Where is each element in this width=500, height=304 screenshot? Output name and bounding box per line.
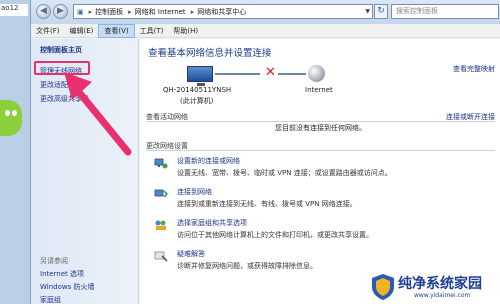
explorer-window: ◀ ▶ ▣ ▸ 控制面板 ▸ 网络和 Internet ▸ 网络和共享中心 ▼ … bbox=[30, 0, 500, 304]
address-bar[interactable]: ▣ ▸ 控制面板 ▸ 网络和 Internet ▸ 网络和共享中心 ▼ bbox=[73, 4, 373, 19]
active-networks-section: 查看活动网络 连接或断开连接 bbox=[146, 112, 495, 122]
task-description: 访问位于其他网络计算机上的文件和打印机，或更改共享设置。 bbox=[177, 231, 373, 239]
menu-help[interactable]: 帮助(H) bbox=[168, 24, 203, 38]
task-connect-network: 连接到网络 连接到或重新连接到无线、有线、拨号或 VPN 网络连接。 bbox=[177, 187, 357, 209]
sidebar-item-control-panel-home[interactable]: 控制面板主页 bbox=[40, 45, 82, 55]
desktop-background: ao12 bbox=[0, 0, 30, 304]
internet-globe-icon bbox=[308, 65, 325, 82]
task-description: 连接到或重新连接到无线、有线、拨号或 VPN 网络连接。 bbox=[177, 200, 357, 208]
section-title: 查看活动网络 bbox=[146, 113, 188, 121]
view-full-map-link[interactable]: 查看完整映射 bbox=[453, 64, 495, 74]
page-title: 查看基本网络信息并设置连接 bbox=[148, 48, 272, 59]
task-description: 诊断并修复网络问题，或获得故障排除信息。 bbox=[177, 262, 317, 270]
setup-new-connection-link[interactable]: 设置新的连接或网络 bbox=[177, 156, 392, 166]
network-icon: ▣ bbox=[77, 7, 84, 16]
breadcrumb-sharing-center[interactable]: 网络和共享中心 bbox=[197, 7, 246, 17]
computer-name: QH-20140511YNSH bbox=[163, 86, 232, 94]
menu-edit[interactable]: 编辑(E) bbox=[65, 24, 99, 38]
section-title: 更改网络设置 bbox=[146, 142, 188, 150]
breadcrumb-network-internet[interactable]: 网络和 Internet bbox=[135, 7, 186, 17]
connect-disconnect-link[interactable]: 连接或断开连接 bbox=[446, 112, 495, 122]
homegroup-icon bbox=[155, 220, 166, 230]
forward-arrow-icon[interactable]: ▶ bbox=[53, 4, 68, 19]
search-input[interactable]: 搜索控制面板 bbox=[391, 4, 499, 19]
menu-view[interactable]: 查看(V) bbox=[98, 23, 135, 38]
address-dropdown-icon[interactable]: ▼ bbox=[365, 5, 370, 18]
task-description: 设置无线、宽带、拨号、临时或 VPN 连接；或设置路由器或访问点。 bbox=[177, 169, 392, 177]
sidebar-item-homegroup[interactable]: 家庭组 bbox=[40, 295, 61, 304]
connect-to-network-link[interactable]: 连接到网络 bbox=[177, 187, 357, 197]
menu-bar: 文件(F) 编辑(E) 查看(V) 工具(T) 帮助(H) bbox=[31, 23, 500, 38]
troubleshoot-link[interactable]: 疑难解答 bbox=[177, 249, 317, 259]
sidebar-item-windows-firewall[interactable]: Windows 防火墙 bbox=[40, 282, 94, 292]
navigation-bar: ◀ ▶ ▣ ▸ 控制面板 ▸ 网络和 Internet ▸ 网络和共享中心 ▼ … bbox=[31, 0, 500, 24]
watermark-url: www.yidaimei.com bbox=[414, 292, 471, 299]
sidebar: 控制面板主页 管理无线网络 更改适配器 更改高级共享设 另请参阅 Interne… bbox=[31, 39, 139, 304]
homegroup-sharing-link[interactable]: 选择家庭组和共享选项 bbox=[177, 218, 373, 228]
see-also-title: 另请参阅 bbox=[40, 257, 68, 265]
breadcrumb-control-panel[interactable]: 控制面板 bbox=[95, 7, 123, 17]
computer-icon bbox=[187, 66, 213, 86]
connection-line bbox=[215, 73, 260, 75]
menu-tools[interactable]: 工具(T) bbox=[135, 24, 169, 38]
new-connection-icon bbox=[154, 158, 168, 169]
task-troubleshoot: 疑难解答 诊断并修复网络问题，或获得故障排除信息。 bbox=[177, 249, 317, 271]
connection-line bbox=[278, 73, 306, 75]
menu-file[interactable]: 文件(F) bbox=[31, 24, 65, 38]
task-new-connection: 设置新的连接或网络 设置无线、宽带、拨号、临时或 VPN 连接；或设置路由器或访… bbox=[177, 156, 392, 178]
task-homegroup: 选择家庭组和共享选项 访问位于其他网络计算机上的文件和打印机，或更改共享设置。 bbox=[177, 218, 373, 240]
refresh-icon[interactable]: ↻ bbox=[374, 4, 388, 19]
back-arrow-icon[interactable]: ◀ bbox=[36, 4, 51, 19]
sidebar-item-advanced-sharing[interactable]: 更改高级共享设 bbox=[40, 94, 89, 104]
sidebar-item-internet-options[interactable]: Internet 选项 bbox=[40, 269, 84, 279]
site-watermark: 纯净系统家园 www.yidaimei.com bbox=[370, 273, 498, 301]
troubleshoot-icon bbox=[154, 251, 168, 262]
change-settings-section: 更改网络设置 bbox=[146, 141, 495, 151]
watermark-title: 纯净系统家园 bbox=[398, 276, 482, 292]
disconnected-x-icon: ✕ bbox=[265, 65, 276, 80]
sidebar-item-change-adapter[interactable]: 更改适配器 bbox=[40, 80, 75, 90]
mascot-icon bbox=[0, 100, 22, 136]
watermark-logo-icon bbox=[372, 274, 394, 300]
connect-network-icon bbox=[154, 189, 168, 198]
no-connection-message: 您目前没有连接到任何网络。 bbox=[275, 124, 366, 132]
highlight-box bbox=[34, 61, 90, 75]
desktop-peek-text: ao12 bbox=[0, 4, 28, 16]
computer-sub-label: (此计算机) bbox=[180, 97, 214, 105]
internet-label: Internet bbox=[305, 86, 333, 94]
main-content: 查看基本网络信息并设置连接 查看完整映射 ✕ QH-20140511YNSH (… bbox=[140, 39, 500, 304]
